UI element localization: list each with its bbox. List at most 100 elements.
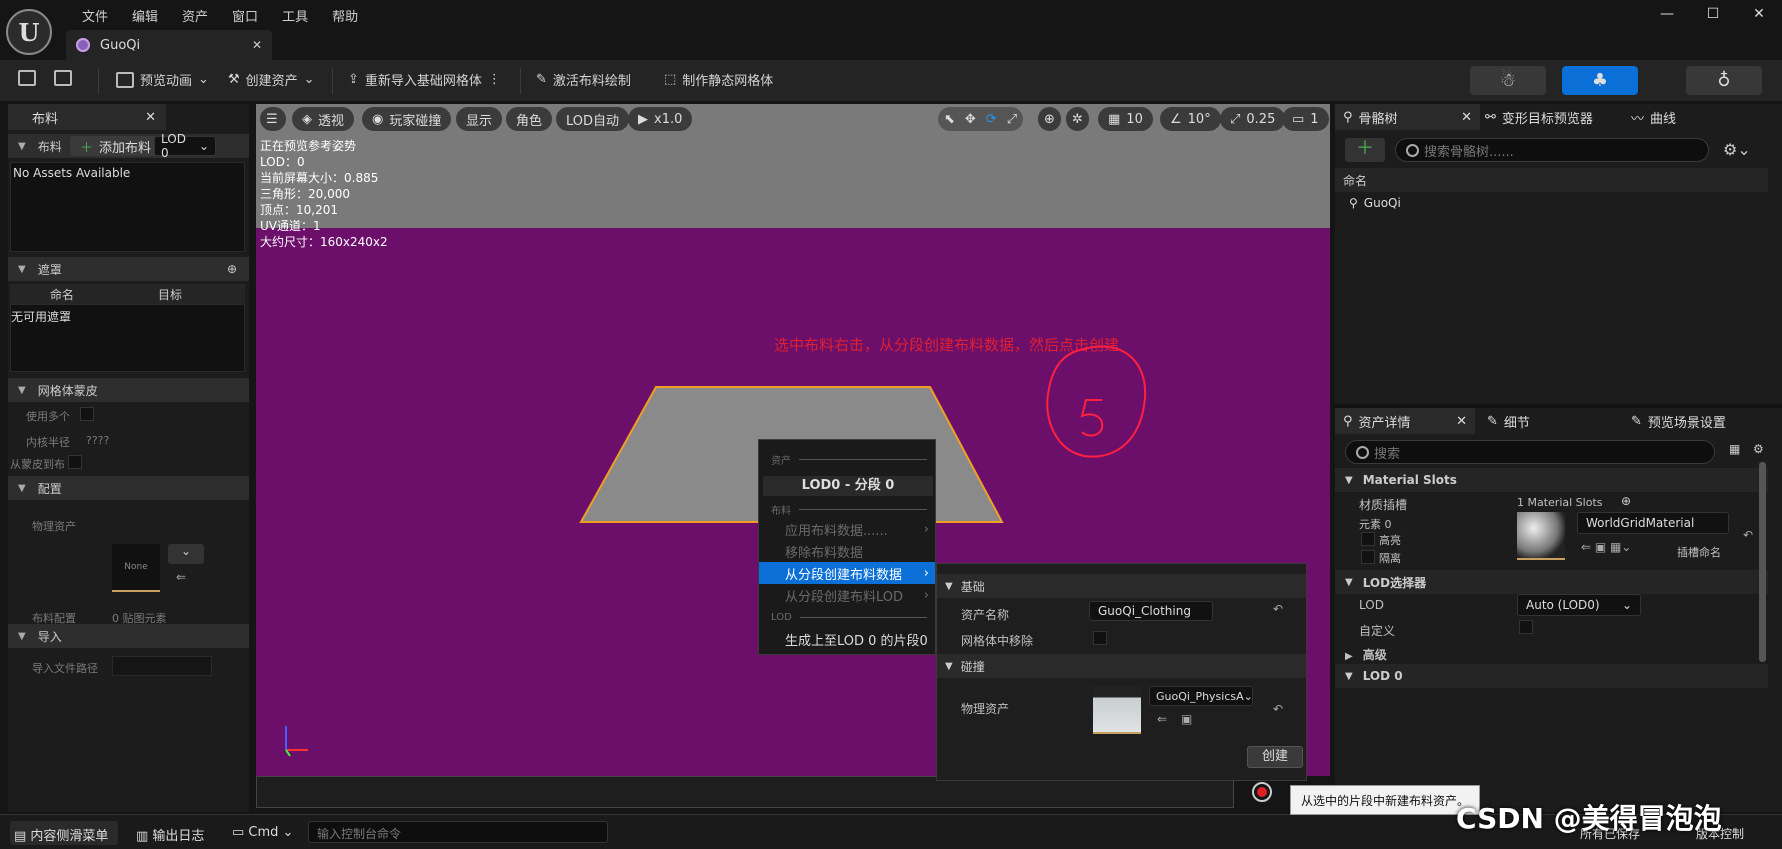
menu-window[interactable]: 窗口 <box>220 6 270 25</box>
use-selected-icon[interactable]: ⇐ <box>1157 712 1167 726</box>
skeleton-mode-button[interactable]: ☃ <box>1470 66 1546 95</box>
no-mask-text: 无可用遮罩 <box>11 310 72 324</box>
add-mask-icon[interactable]: ⊕ <box>227 262 237 276</box>
material-thumbnail[interactable] <box>1517 512 1565 560</box>
sub-physics-asset-combo[interactable]: GuoQi_PhysicsA ⌄ <box>1149 686 1253 706</box>
tab-details[interactable]: ✎ 细节 <box>1487 408 1530 434</box>
mask-section-header[interactable]: ▼ 遮罩 ⊕ <box>8 257 249 281</box>
browse-button[interactable] <box>54 70 72 86</box>
settings-gear-icon[interactable]: ⚙⌄ <box>1723 140 1751 159</box>
skin-to-cloth-checkbox[interactable] <box>68 455 82 469</box>
use-selected-icon[interactable]: ⇐ <box>176 570 186 584</box>
skeleton-search-placeholder: 搜索骨骼树...... <box>1424 144 1514 160</box>
tab-asset-details[interactable]: ⚲ 资产详情 ✕ <box>1335 408 1475 434</box>
asset-name-input[interactable]: GuoQi_Clothing <box>1089 601 1213 621</box>
make-static-mesh-button[interactable]: ⬚ 制作静态网格体 <box>664 70 773 89</box>
menu-tools[interactable]: 工具 <box>270 6 320 25</box>
save-button[interactable] <box>18 70 36 86</box>
sub-physics-asset-thumbnail[interactable] <box>1093 686 1141 734</box>
physics-asset-none: None <box>124 562 148 572</box>
lod-select-value: LOD 0 <box>161 132 186 160</box>
content-drawer-row: ▤ 内容侧滑菜单 <box>14 825 108 844</box>
isolate-checkbox[interactable] <box>1361 550 1375 564</box>
physics-asset-thumbnail[interactable]: None <box>112 544 160 592</box>
bone-row[interactable]: ⚲ GuoQi <box>1349 196 1401 210</box>
material-combo[interactable]: WorldGridMaterial <box>1577 512 1729 534</box>
browse-icon[interactable]: ▣ <box>1181 712 1192 726</box>
import-section-header[interactable]: ▼ 导入 <box>8 624 249 648</box>
menu-asset[interactable]: 资产 <box>170 6 220 25</box>
config-section-header[interactable]: ▼ 配置 <box>8 476 249 500</box>
tab-skeleton-tree[interactable]: ⚲ 骨骼树 ✕ <box>1335 104 1480 130</box>
inner-radius-label: 内核半径 <box>26 436 70 449</box>
lod-combo[interactable]: Auto (LOD0) ⌄ <box>1517 594 1641 616</box>
basic-section-header[interactable]: ▼ 基础 <box>937 574 1306 598</box>
ctx-apply-cloth-data[interactable]: 应用布料数据...... › <box>759 518 935 540</box>
lod-selector-section[interactable]: ▼ LOD选择器 <box>1335 570 1768 594</box>
material-slot-label: 材质插槽 <box>1359 498 1408 512</box>
close-icon[interactable]: ✕ <box>1736 6 1782 22</box>
close-tab-icon[interactable]: ✕ <box>145 110 156 125</box>
folder-icon <box>54 70 72 86</box>
advanced-row[interactable]: ▶ 高级 <box>1345 646 1387 663</box>
close-tab-icon[interactable]: ✕ <box>1456 414 1467 429</box>
menu-file[interactable]: 文件 <box>70 6 120 25</box>
details-scrollbar[interactable] <box>1759 462 1766 662</box>
minimize-icon[interactable]: — <box>1644 6 1690 22</box>
highlight-checkbox[interactable] <box>1361 532 1375 546</box>
create-asset-icon: ⚒ <box>228 72 240 87</box>
use-selected-icon[interactable]: ⇐ ▣ ▦⌄ <box>1581 540 1631 554</box>
console-input[interactable]: 输入控制台命令 <box>308 821 608 843</box>
preview-animation-button[interactable]: 预览动画 ⌄ <box>116 70 209 89</box>
custom-checkbox[interactable] <box>1519 620 1533 634</box>
close-tab-icon[interactable]: ✕ <box>1461 110 1472 125</box>
reimport-button[interactable]: ⇪ 重新导入基础网格体 ⋮ <box>348 70 501 89</box>
skeleton-search-input[interactable]: 搜索骨骼树...... <box>1395 138 1709 162</box>
reset-icon[interactable]: ↶ <box>1273 702 1283 716</box>
mesh-icon: ♣ <box>1591 70 1609 91</box>
add-bone-button[interactable]: ＋ <box>1345 138 1385 162</box>
collision-section-header[interactable]: ▼ 碰撞 <box>937 654 1306 678</box>
unreal-logo-icon[interactable]: U <box>6 9 52 55</box>
physics-asset-dropdown[interactable]: ⌄ <box>168 544 204 564</box>
tab-skeleton-label: 骨骼树 <box>1358 111 1398 127</box>
lod-select[interactable]: LOD 0 ⌄ <box>154 132 216 160</box>
record-button[interactable] <box>1252 782 1272 802</box>
add-cloth-button[interactable]: ＋ 添加布料 <box>70 136 162 156</box>
lod0-section[interactable]: ▼ LOD 0 <box>1335 664 1768 688</box>
table-view-icon[interactable]: ▦ <box>1729 442 1740 456</box>
ctx-create-cloth-lod[interactable]: 从分段创建布料LOD › <box>759 584 935 606</box>
mesh-mode-button[interactable]: ♣ <box>1562 66 1638 95</box>
tab-preview-scene[interactable]: ✎ 预览场景设置 <box>1631 408 1726 434</box>
output-log-button[interactable]: ▥ 输出日志 <box>136 825 204 844</box>
activate-cloth-paint-button[interactable]: ✎ 激活布料绘制 <box>536 70 631 89</box>
tab-preview-scene-label: 预览场景设置 <box>1647 415 1726 431</box>
reset-icon[interactable]: ↶ <box>1743 528 1753 542</box>
ctx-create-cloth-from-section[interactable]: 从分段创建布料数据 › <box>759 562 935 584</box>
tab-asset-details-label: 资产详情 <box>1358 415 1411 431</box>
menu-edit[interactable]: 编辑 <box>120 6 170 25</box>
tab-cloth[interactable]: 布料 ✕ <box>8 104 166 130</box>
skin-section-header[interactable]: ▼ 网格体蒙皮 <box>8 378 249 402</box>
physics-mode-button[interactable]: ♁ <box>1686 66 1762 95</box>
menu-help[interactable]: 帮助 <box>320 6 370 25</box>
material-slots-section[interactable]: ▼ Material Slots <box>1335 468 1768 492</box>
tab-curves[interactable]: 〰曲线 <box>1631 104 1676 130</box>
use-multiple-checkbox[interactable] <box>80 407 94 421</box>
remove-from-mesh-checkbox[interactable] <box>1093 631 1107 645</box>
mask-table-header: 命名 目标 <box>10 284 245 304</box>
cmd-button[interactable]: ▭ Cmd ⌄ <box>232 825 293 840</box>
create-button[interactable]: 创建 <box>1247 746 1303 768</box>
add-slot-icon[interactable]: ⊕ <box>1621 494 1631 508</box>
tab-morph-target[interactable]: ⚯ 变形目标预览器 <box>1485 104 1593 130</box>
create-asset-button[interactable]: ⚒ 创建资产 ⌄ <box>228 70 315 89</box>
ctx-remove-cloth-data[interactable]: 移除布料数据 <box>759 540 935 562</box>
maximize-icon[interactable]: ☐ <box>1690 6 1736 22</box>
reset-icon[interactable]: ↶ <box>1273 602 1283 616</box>
ctx-generate-lod[interactable]: 生成上至LOD 0 的片段0 <box>759 628 935 650</box>
import-path-field[interactable] <box>112 656 212 676</box>
settings-gear-icon[interactable]: ⚙ <box>1753 442 1764 456</box>
document-tab[interactable]: GuoQi ✕ <box>66 30 272 60</box>
details-search-input[interactable]: 搜索 <box>1345 440 1715 464</box>
close-tab-icon[interactable]: ✕ <box>252 38 262 52</box>
